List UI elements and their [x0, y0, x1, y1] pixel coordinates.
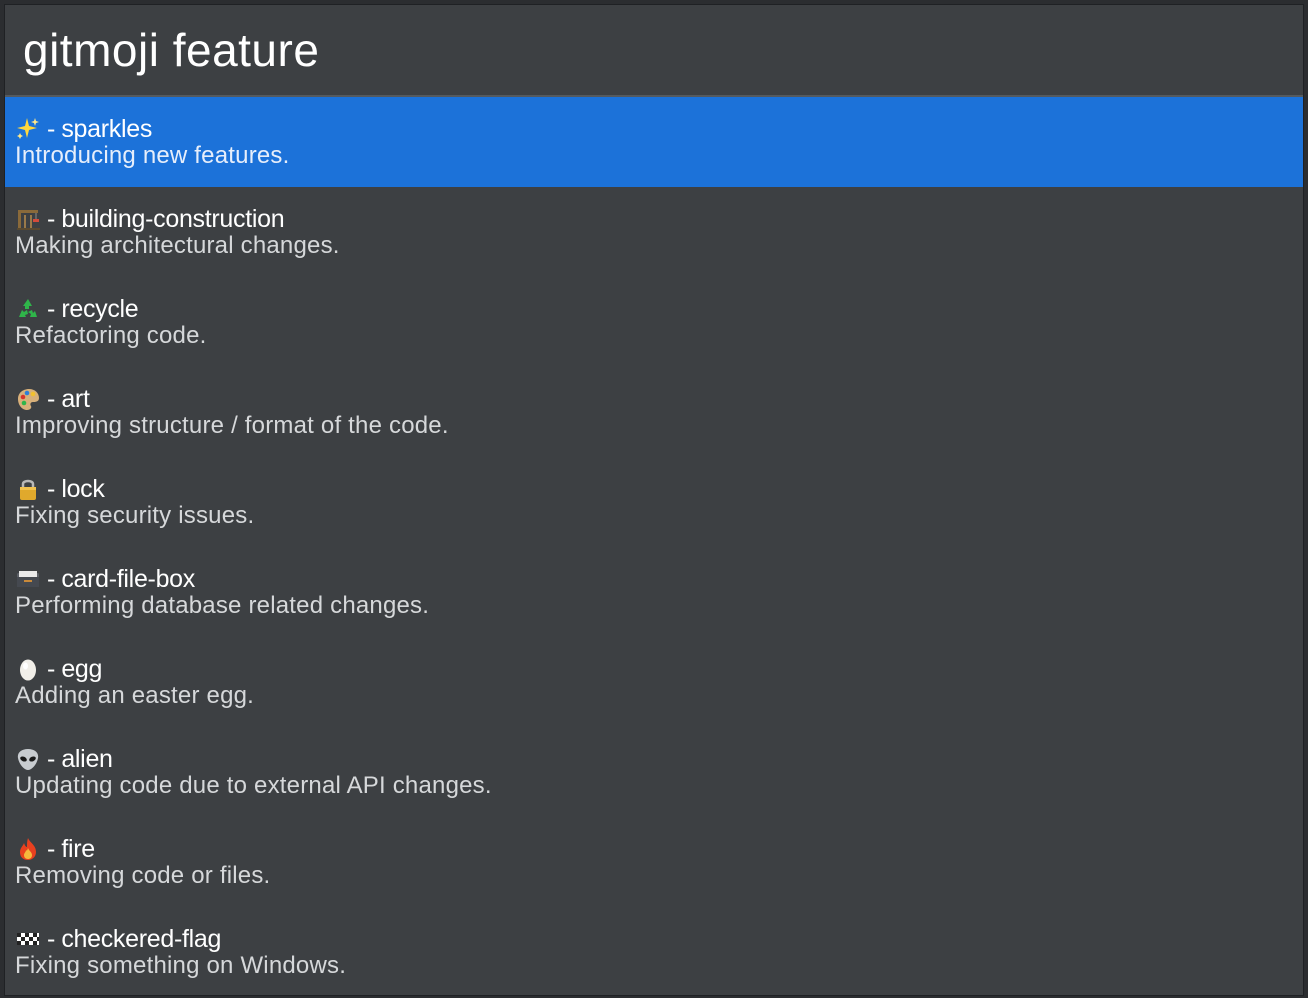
result-description: Performing database related changes. [15, 592, 430, 619]
result-description: Improving structure / format of the code… [15, 412, 449, 439]
result-title: - fire [15, 834, 1303, 864]
result-item-building-construction[interactable]: - building-construction Making architect… [5, 187, 1303, 277]
egg-icon [15, 656, 41, 682]
sparkles-icon [15, 116, 41, 142]
result-title: - card-file-box [15, 564, 1303, 594]
results-list: - sparkles Introducing new features. - b… [5, 97, 1303, 995]
result-description: Introducing new features. [15, 142, 290, 169]
separator: - [47, 384, 56, 413]
separator: - [47, 474, 56, 503]
building-construction-icon [15, 206, 41, 232]
checkered-flag-icon [15, 926, 41, 952]
separator: - [47, 744, 56, 773]
result-description: Making architectural changes. [15, 232, 340, 259]
launcher-window: gitmoji feature - sparkles Introducing n… [4, 4, 1304, 996]
result-name: fire [61, 834, 95, 863]
separator: - [47, 114, 56, 143]
result-description: Refactoring code. [15, 322, 207, 349]
result-name: sparkles [61, 114, 153, 143]
result-item-alien[interactable]: - alien Updating code due to external AP… [5, 727, 1303, 817]
result-title: - alien [15, 744, 1303, 774]
separator: - [47, 204, 56, 233]
result-description: Removing code or files. [15, 862, 271, 889]
result-item-recycle[interactable]: - recycle Refactoring code. [5, 277, 1303, 367]
result-title: - art [15, 384, 1303, 414]
art-icon [15, 386, 41, 412]
recycle-icon [15, 296, 41, 322]
result-item-art[interactable]: - art Improving structure / format of th… [5, 367, 1303, 457]
result-item-checkered-flag[interactable]: - checkered-flag Fixing something on Win… [5, 907, 1303, 995]
result-title: - checkered-flag [15, 924, 1303, 954]
separator: - [47, 654, 56, 683]
result-name: alien [61, 744, 113, 773]
lock-icon [15, 476, 41, 502]
result-title: - recycle [15, 294, 1303, 324]
search-bar: gitmoji feature [5, 5, 1303, 97]
result-title: - sparkles [15, 114, 1303, 144]
result-name: checkered-flag [61, 924, 222, 953]
result-item-fire[interactable]: - fire Removing code or files. [5, 817, 1303, 907]
result-name: egg [61, 654, 103, 683]
result-name: lock [61, 474, 105, 503]
result-title: - lock [15, 474, 1303, 504]
result-description: Adding an easter egg. [15, 682, 255, 709]
result-title: - building-construction [15, 204, 1303, 234]
result-name: art [61, 384, 90, 413]
result-name: recycle [61, 294, 139, 323]
result-item-lock[interactable]: - lock Fixing security issues. [5, 457, 1303, 547]
separator: - [47, 834, 56, 863]
separator: - [47, 924, 56, 953]
result-description: Fixing security issues. [15, 502, 255, 529]
result-item-sparkles[interactable]: - sparkles Introducing new features. [5, 97, 1303, 187]
search-input[interactable]: gitmoji feature [23, 23, 319, 77]
result-name: building-construction [61, 204, 285, 233]
separator: - [47, 564, 56, 593]
card-file-box-icon [15, 566, 41, 592]
result-description: Updating code due to external API change… [15, 772, 492, 799]
result-description: Fixing something on Windows. [15, 952, 347, 979]
alien-icon [15, 746, 41, 772]
result-item-card-file-box[interactable]: - card-file-box Performing database rela… [5, 547, 1303, 637]
separator: - [47, 294, 56, 323]
result-title: - egg [15, 654, 1303, 684]
result-item-egg[interactable]: - egg Adding an easter egg. [5, 637, 1303, 727]
result-name: card-file-box [61, 564, 195, 593]
fire-icon [15, 836, 41, 862]
